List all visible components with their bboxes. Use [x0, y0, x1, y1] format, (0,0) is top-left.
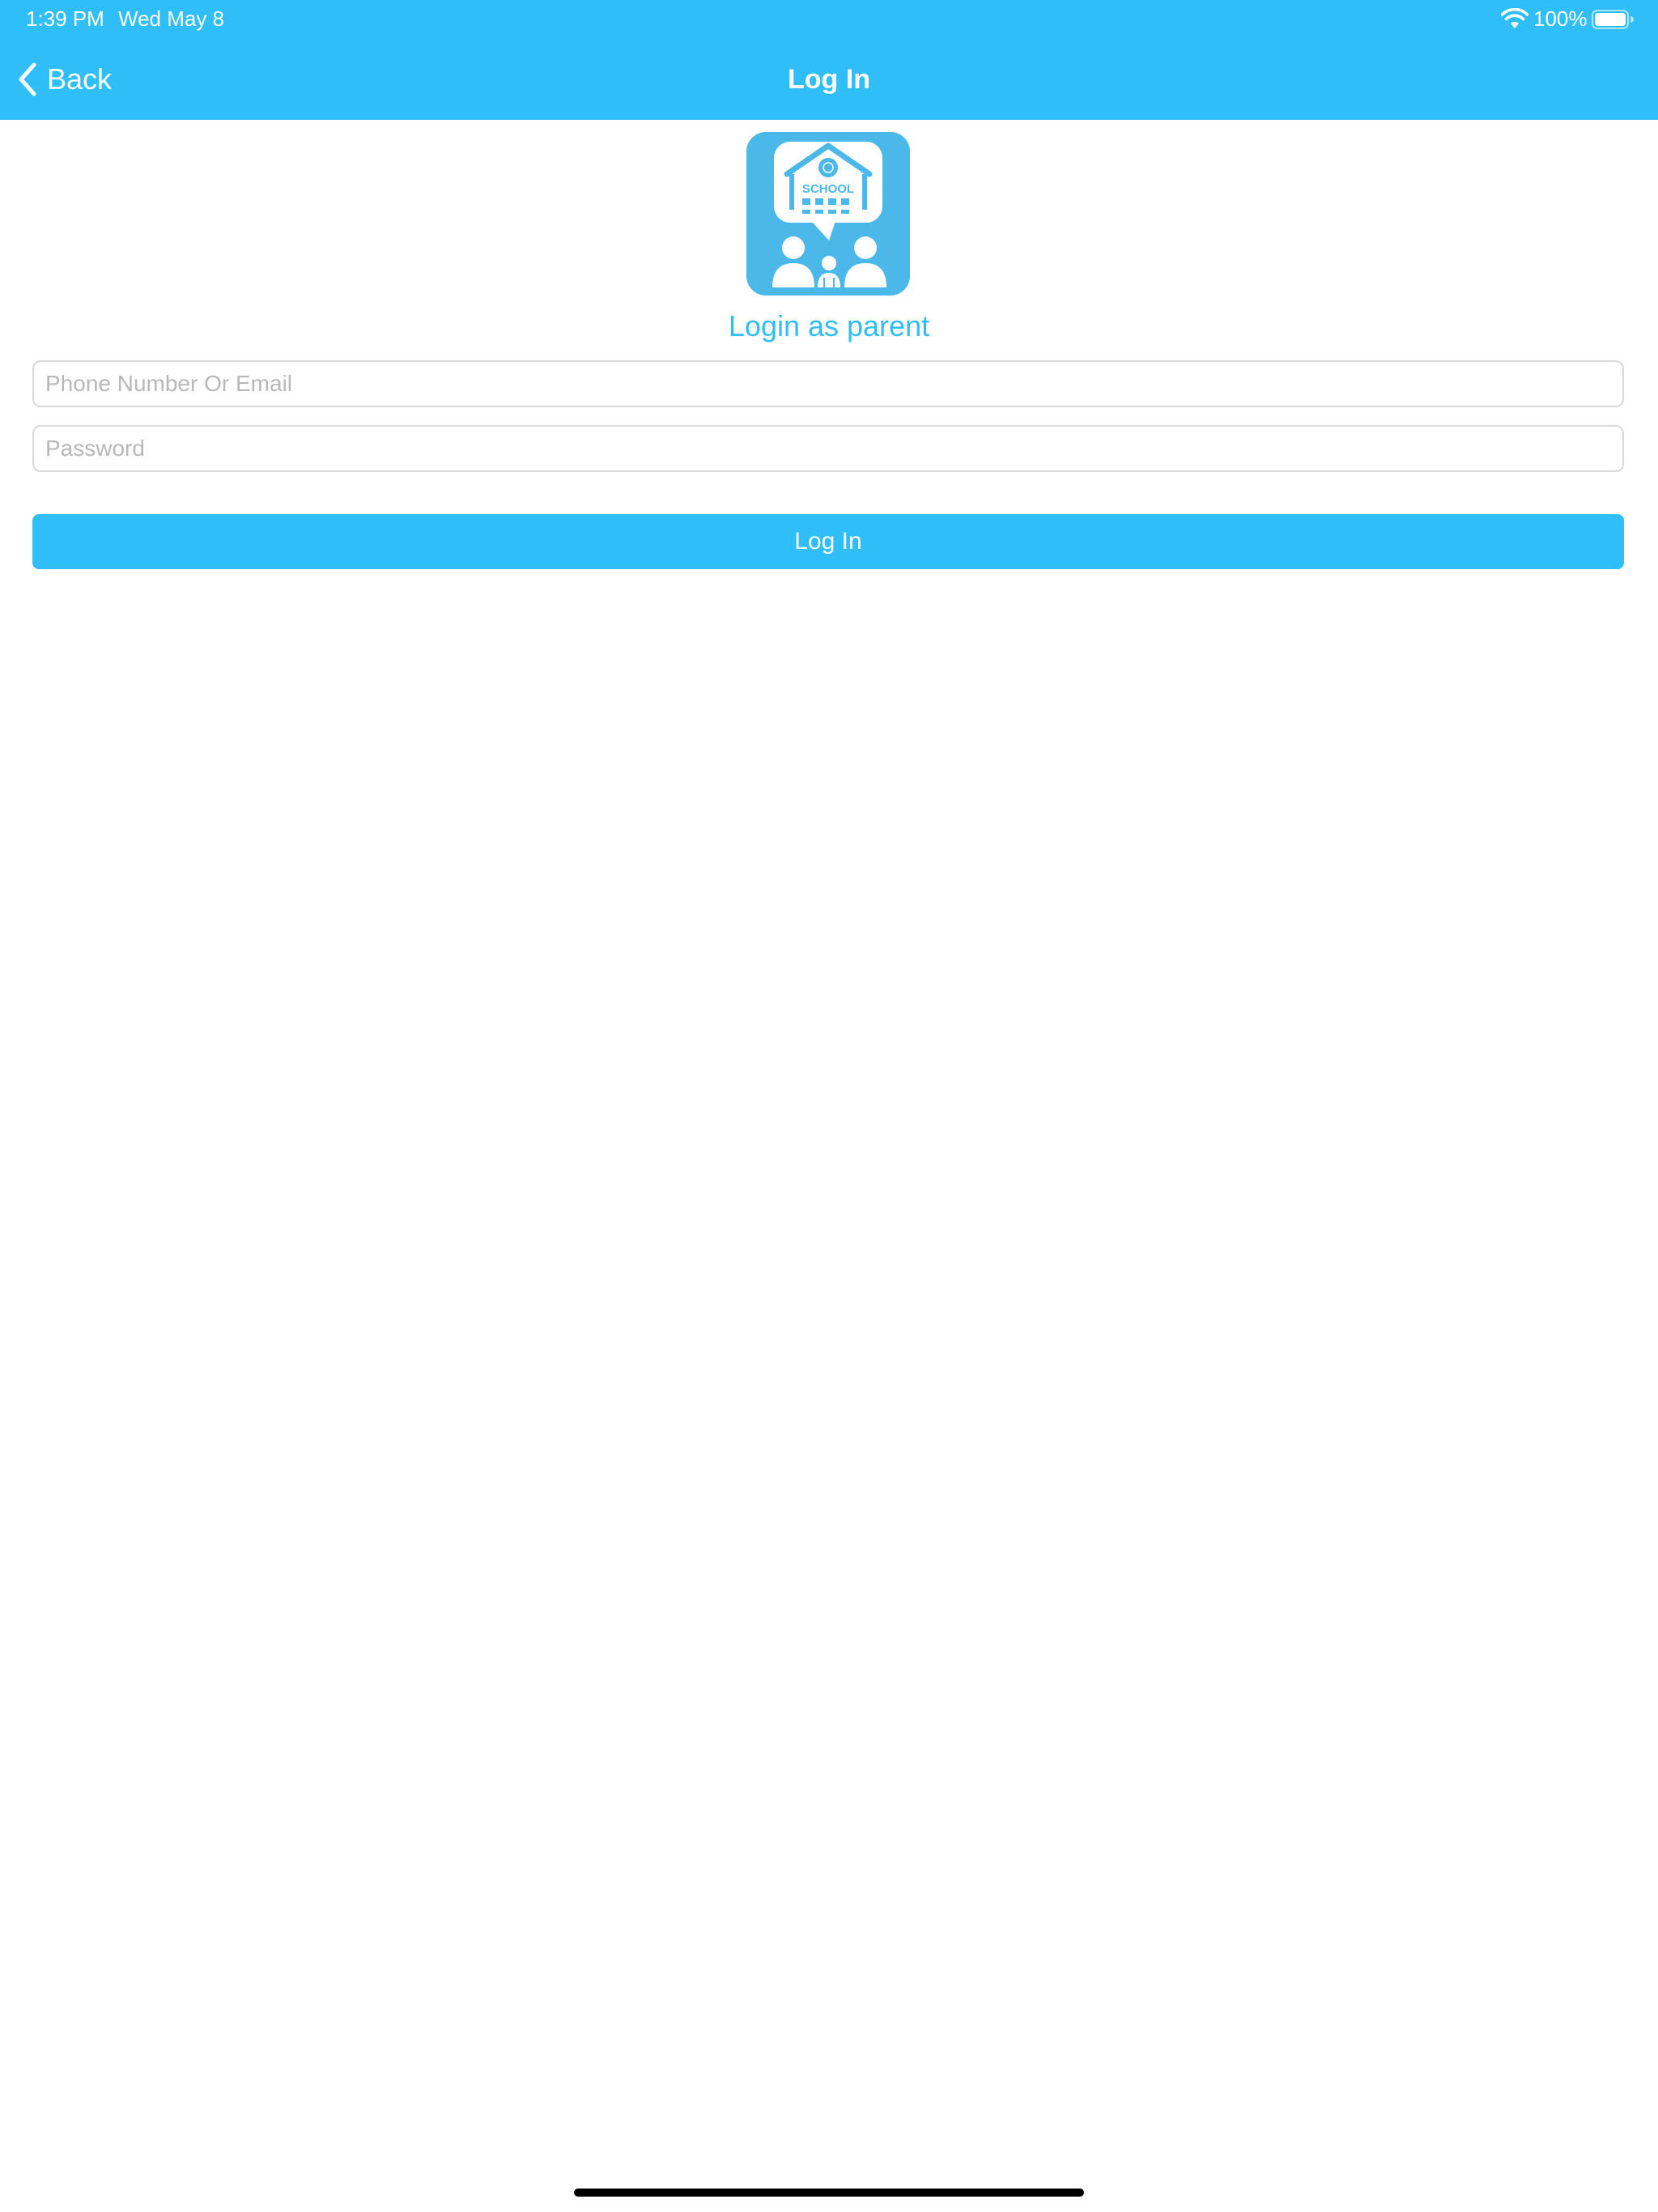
home-indicator — [574, 2189, 1084, 2197]
navigation-bar: 1:39 PM Wed May 8 100% Back Log In — [0, 0, 1658, 120]
wifi-icon — [1501, 8, 1528, 28]
login-button[interactable]: Log In — [32, 514, 1624, 569]
login-subtitle: Login as parent — [728, 309, 930, 342]
school-parents-logo-icon: SCHOOL — [746, 132, 910, 296]
status-date: Wed May 8 — [118, 6, 225, 31]
battery-icon — [1592, 10, 1634, 29]
page-title: Log In — [788, 64, 870, 95]
status-time: 1:39 PM — [26, 6, 104, 31]
battery-percentage: 100% — [1533, 6, 1588, 31]
logo-school-text: SCHOOL — [802, 182, 854, 196]
phone-email-input[interactable] — [32, 360, 1624, 407]
password-input[interactable] — [32, 425, 1624, 472]
